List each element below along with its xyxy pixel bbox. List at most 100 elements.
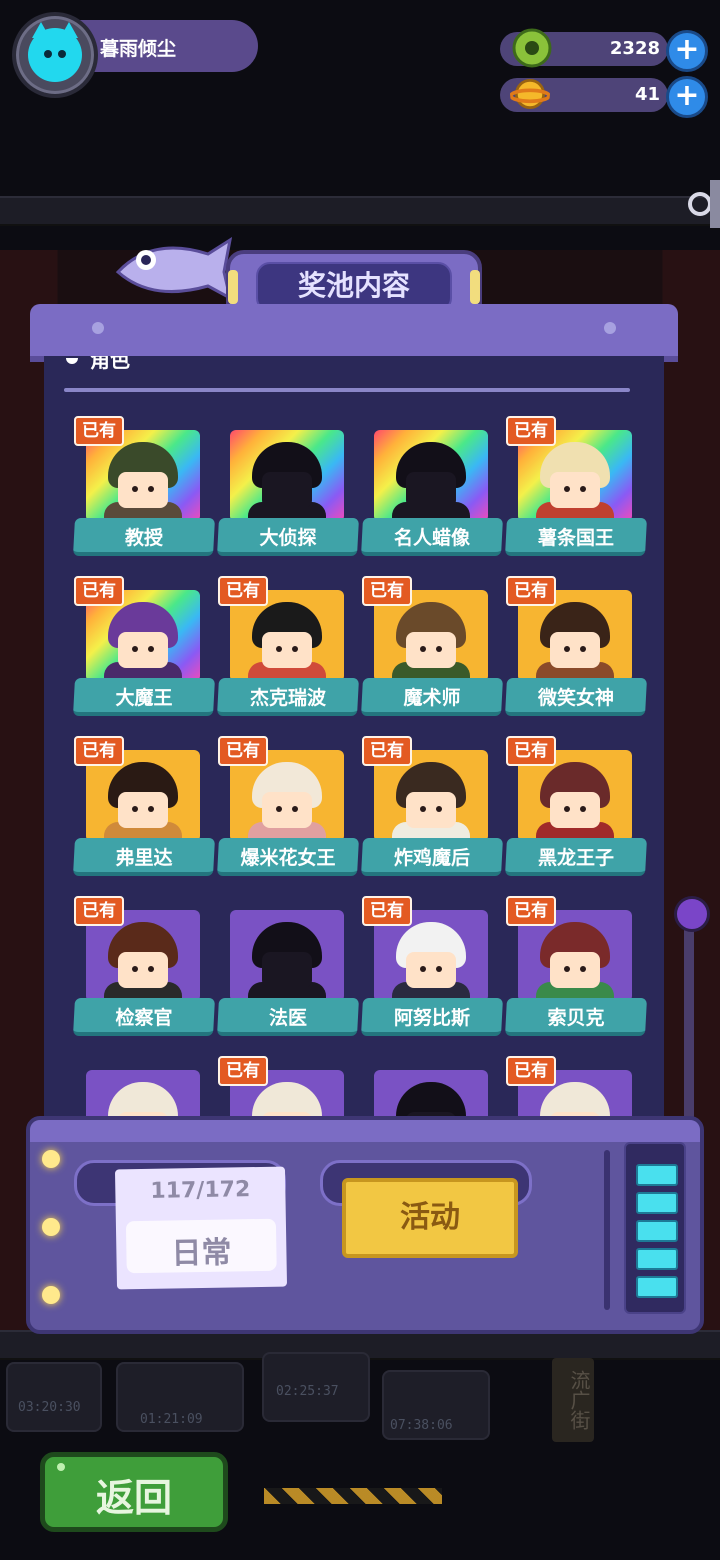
backdrop-shelf (0, 196, 720, 226)
add-gems-button[interactable]: + (666, 30, 708, 72)
character-name-banner: 爆米花女王 (217, 838, 359, 876)
owned-badge: 已有 (362, 576, 412, 606)
owned-badge: 已有 (74, 736, 124, 766)
indicator-light (42, 1286, 60, 1304)
portrait-eye (580, 966, 586, 972)
portrait-eye (276, 806, 282, 812)
lever-stick (684, 920, 694, 1120)
add-coins-button[interactable]: + (666, 76, 708, 118)
daily-pool-progress: 117/172 (150, 1177, 251, 1204)
meter-segment (636, 1248, 678, 1270)
back-button[interactable]: 返回 (40, 1452, 228, 1532)
lever-ball (674, 896, 710, 932)
tab-daily-label-box: 日常 (125, 1218, 277, 1274)
portrait-hair (108, 1082, 178, 1116)
tab-event[interactable]: 活动 (342, 1178, 518, 1258)
currency-value-coins: 41 (634, 84, 660, 105)
owned-badge: 已有 (506, 416, 556, 446)
portrait-face (550, 472, 600, 508)
character-card[interactable]: 教授 已有 (73, 416, 216, 570)
indicator-light (42, 1150, 60, 1168)
character-name-banner: 薯条国王 (505, 518, 647, 556)
character-card[interactable]: 大魔王 已有 (73, 576, 216, 730)
portrait-eye (580, 806, 586, 812)
character-card[interactable]: 薯条国王 已有 (505, 416, 648, 570)
portrait-eye (420, 646, 426, 652)
character-card[interactable]: 爆米花女王 已有 (217, 736, 360, 890)
portrait-face (118, 472, 168, 508)
character-name: 索贝克 (547, 1007, 605, 1029)
owned-badge: 已有 (218, 576, 268, 606)
character-card[interactable]: 杰克瑞波 已有 (217, 576, 360, 730)
portrait-eye (564, 966, 570, 972)
portrait-face (118, 632, 168, 668)
avatar[interactable] (28, 22, 82, 82)
portrait-hair (252, 1082, 322, 1116)
portrait-eye (132, 806, 138, 812)
character-card[interactable]: 黑龙王子 已有 (505, 736, 648, 890)
character-portrait (230, 430, 344, 522)
portrait-eye (132, 966, 138, 972)
character-card[interactable]: 索贝克 已有 (505, 896, 648, 1050)
console-lip (30, 1120, 700, 1142)
character-name-banner: 阿努比斯 (361, 998, 503, 1036)
section-header: 角色 (66, 356, 130, 380)
character-name: 阿努比斯 (394, 1007, 471, 1029)
portrait-eye (148, 966, 154, 972)
avatar-frame[interactable] (12, 12, 98, 98)
portrait-face (262, 632, 312, 668)
level-meter (624, 1142, 686, 1314)
portrait-face (118, 952, 168, 988)
scissors-icon[interactable] (684, 176, 720, 232)
character-card[interactable]: 微笑女神 已有 (505, 576, 648, 730)
character-card[interactable]: 阿努比斯 已有 (361, 896, 504, 1050)
character-card[interactable]: 魔术师 已有 (361, 576, 504, 730)
portrait-eye (420, 966, 426, 972)
character-card[interactable]: 弗里达 已有 (73, 736, 216, 890)
character-card[interactable]: 已有 (218, 1056, 360, 1116)
character-card[interactable]: 大侦探 (217, 430, 360, 570)
portrait-eye (292, 806, 298, 812)
portrait-face (262, 792, 312, 828)
character-name-banner: 魔术师 (361, 678, 503, 716)
character-card[interactable]: 已有 (506, 1056, 648, 1116)
character-card[interactable] (362, 1070, 504, 1116)
character-name: 爆米花女王 (240, 847, 336, 869)
character-name-banner: 大侦探 (217, 518, 359, 556)
prize-pool-list[interactable]: 角色 教授 已有 大侦探 名人蜡像 薯条国王 已有 大魔王 已有 杰克瑞波 已有 魔术师 已有 微笑女神… (44, 356, 664, 1116)
panel-header-frame (30, 304, 678, 362)
owned-badge: 已有 (218, 736, 268, 766)
character-card[interactable] (74, 1070, 216, 1116)
portrait-hair (540, 1082, 610, 1116)
owned-badge: 已有 (218, 1056, 268, 1086)
portrait-eye (132, 486, 138, 492)
character-card[interactable]: 炸鸡魔后 已有 (361, 736, 504, 890)
portrait-eye (148, 486, 154, 492)
portrait-eye (436, 646, 442, 652)
character-name-banner: 检察官 (73, 998, 215, 1036)
tab-daily[interactable]: 117/172 日常 (114, 1166, 288, 1290)
character-card[interactable]: 法医 (217, 910, 360, 1050)
green-donut-icon (512, 28, 552, 68)
portrait-eye (436, 966, 442, 972)
character-card[interactable]: 名人蜡像 (361, 430, 504, 570)
owned-badge: 已有 (362, 736, 412, 766)
portrait-face (118, 792, 168, 828)
portrait-face (550, 632, 600, 668)
character-name: 法医 (269, 1007, 308, 1029)
character-name-banner: 教授 (73, 518, 215, 556)
character-name-banner: 弗里达 (73, 838, 215, 876)
portrait-face (550, 792, 600, 828)
character-card[interactable]: 检察官 已有 (73, 896, 216, 1050)
portrait-eye (580, 646, 586, 652)
owned-badge: 已有 (506, 736, 556, 766)
portrait-face (406, 632, 456, 668)
tab-event-label: 活动 (400, 1200, 460, 1235)
owned-badge: 已有 (362, 896, 412, 926)
character-portrait (374, 430, 488, 522)
tab-daily-label: 日常 (171, 1235, 232, 1272)
character-name-banner: 大魔王 (73, 678, 215, 716)
character-name-banner: 微笑女神 (505, 678, 647, 716)
character-name-banner: 索贝克 (505, 998, 647, 1036)
backdrop-timer: 07:38:06 (390, 1418, 453, 1433)
